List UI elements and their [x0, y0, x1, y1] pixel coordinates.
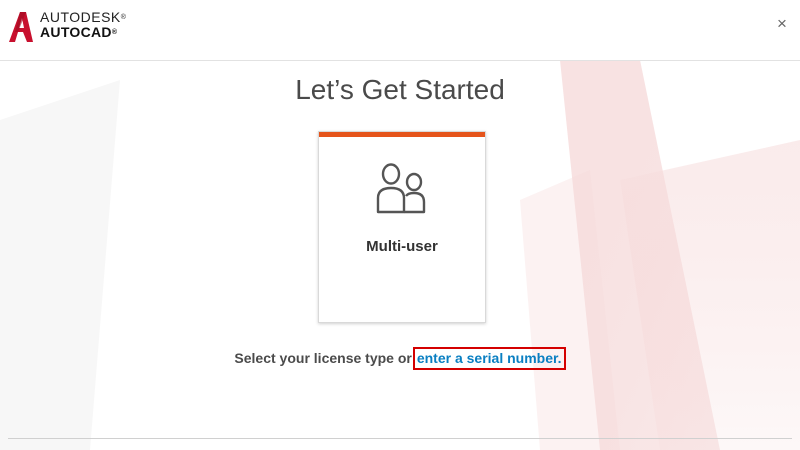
- prompt-text: Select your license type or: [234, 350, 412, 366]
- registered-mark-2: ®: [111, 29, 118, 36]
- multi-user-card[interactable]: Multi-user: [318, 131, 486, 323]
- header-bar: AUTODESK® AUTOCAD® ×: [0, 0, 800, 61]
- serial-number-link[interactable]: enter a serial number.: [412, 347, 566, 370]
- brand-text: AUTODESK® AUTOCAD®: [40, 10, 126, 40]
- brand-line2: AUTOCAD: [40, 24, 112, 40]
- license-prompt: Select your license type or enter a seria…: [0, 347, 800, 370]
- autocad-logo-icon: [9, 12, 33, 42]
- close-icon[interactable]: ×: [774, 15, 790, 32]
- registered-mark: ®: [120, 14, 127, 21]
- footer-divider: [8, 438, 792, 439]
- brand-line1: AUTODESK: [40, 9, 121, 25]
- page-title: Let’s Get Started: [295, 74, 505, 105]
- card-accent-bar: [319, 132, 485, 137]
- multi-user-icon: [376, 163, 426, 214]
- card-label: Multi-user: [366, 238, 438, 255]
